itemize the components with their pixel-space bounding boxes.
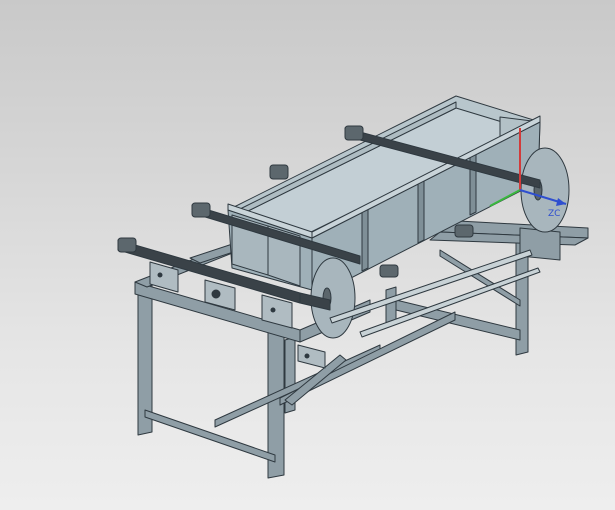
right-crossbeam <box>429 219 589 261</box>
cad-viewport[interactable]: ZC <box>0 0 615 510</box>
z-axis-label: ZC <box>548 209 560 219</box>
rear-sprocket-wheel <box>520 147 570 233</box>
conveyor-assembly-model[interactable]: ZC <box>0 0 615 510</box>
